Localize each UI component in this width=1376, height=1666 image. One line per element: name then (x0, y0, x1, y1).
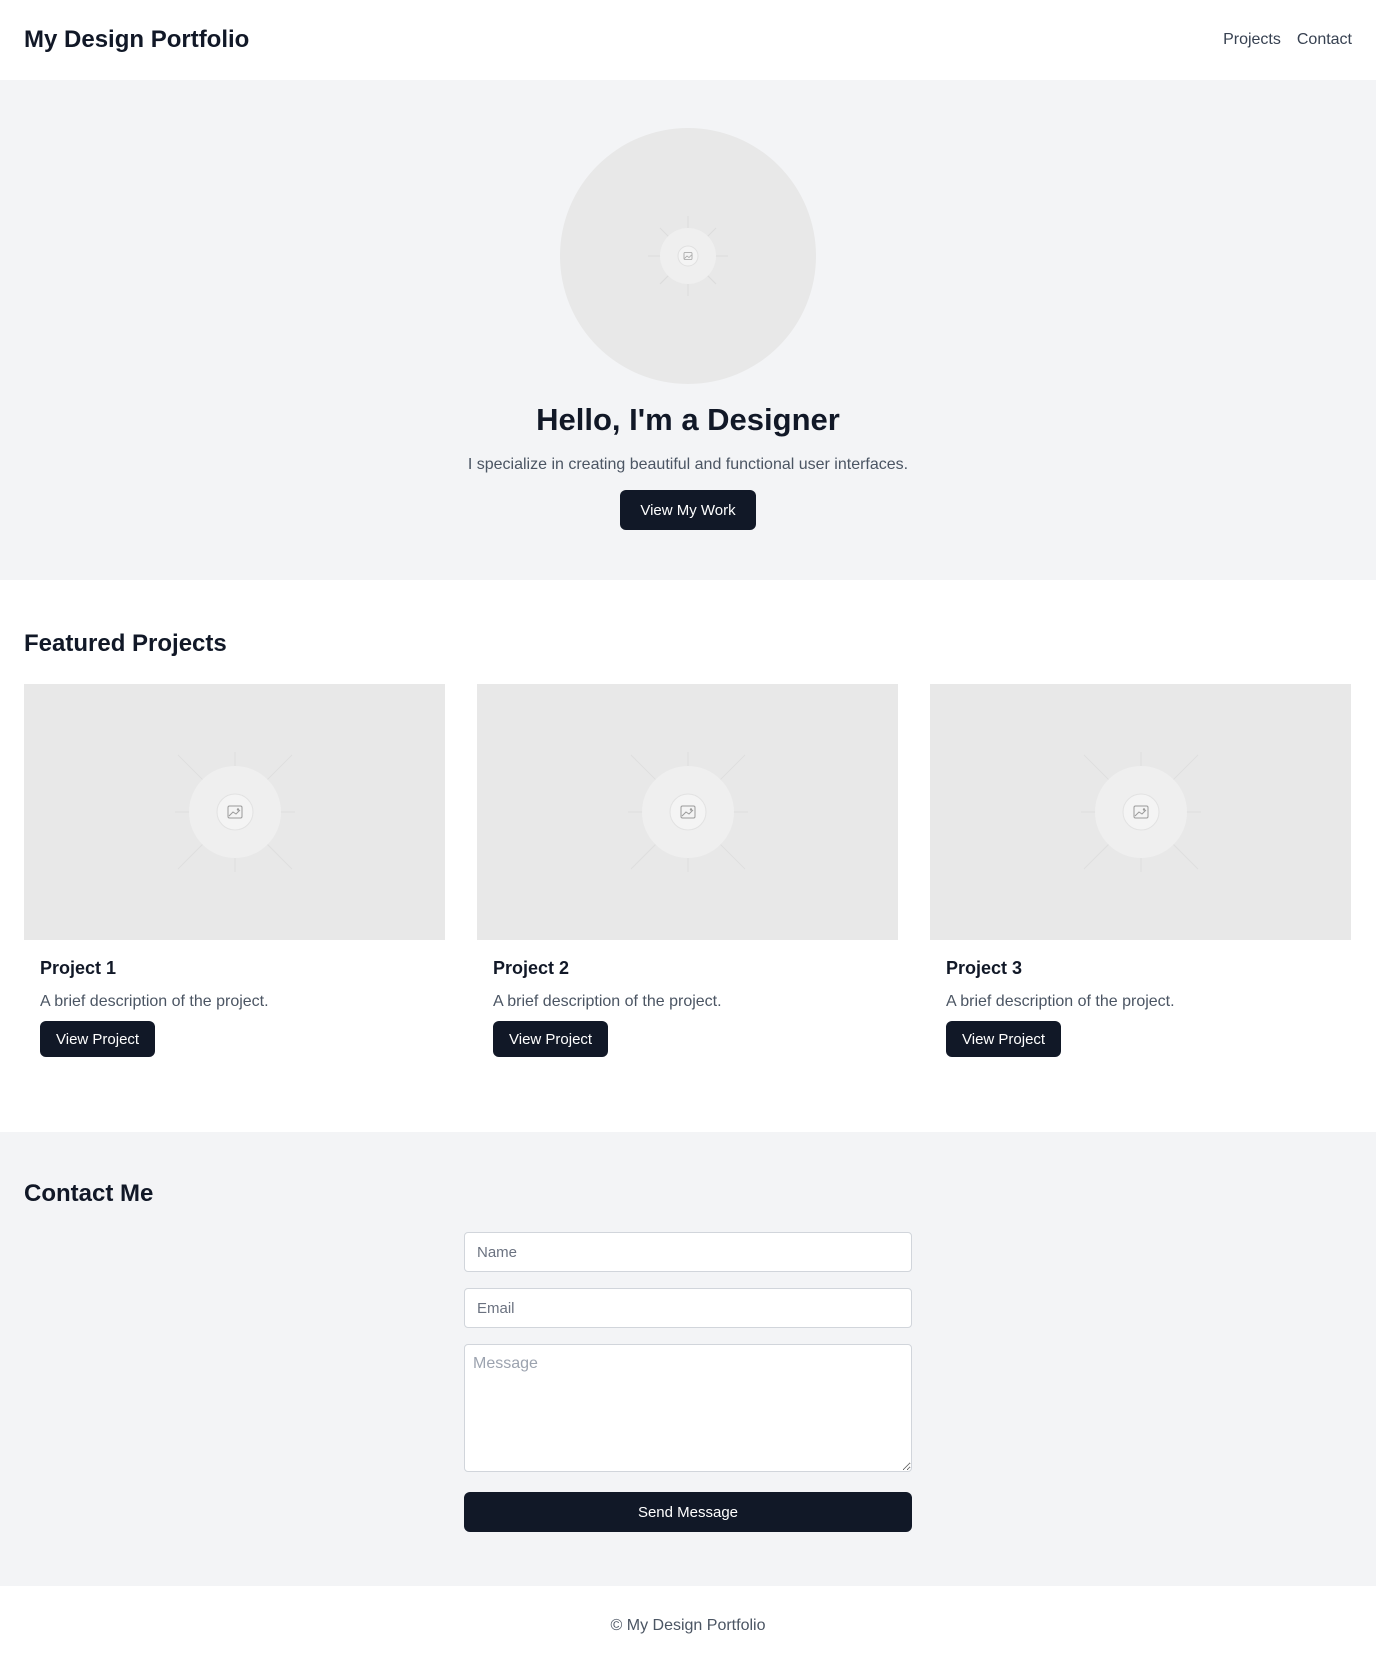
site-header: My Design Portfolio Projects Contact (0, 0, 1376, 80)
image-placeholder-icon (1080, 752, 1201, 872)
view-project-button[interactable]: View Project (946, 1021, 1062, 1057)
project-image-placeholder (24, 684, 445, 940)
nav-link-projects[interactable]: Projects (1223, 31, 1281, 49)
site-brand[interactable]: My Design Portfolio (24, 26, 249, 54)
projects-section-title: Featured Projects (24, 630, 227, 657)
project-image-placeholder (930, 684, 1351, 940)
main-nav: Projects Contact (1223, 31, 1352, 49)
message-field[interactable] (464, 1344, 912, 1472)
image-placeholder-icon (627, 752, 748, 872)
project-title: Project 3 (946, 958, 1023, 978)
footer-copyright: © My Design Portfolio (610, 1617, 766, 1634)
project-title: Project 1 (40, 958, 117, 978)
project-description: A brief description of the project. (40, 993, 269, 1010)
project-image-placeholder (477, 684, 898, 940)
hero-title: Hello, I'm a Designer (536, 402, 840, 437)
project-description: A brief description of the project. (493, 993, 722, 1010)
image-placeholder-icon (648, 216, 728, 296)
project-card: Project 3 A brief description of the pro… (930, 684, 1351, 1057)
project-card-body: Project 1 A brief description of the pro… (24, 940, 445, 1057)
contact-section-title: Contact Me (24, 1180, 154, 1207)
project-title: Project 2 (493, 958, 570, 978)
view-project-button[interactable]: View Project (40, 1021, 156, 1057)
hero-image-placeholder (560, 128, 816, 384)
site-footer: © My Design Portfolio (0, 1586, 1376, 1666)
view-my-work-button[interactable]: View My Work (620, 490, 756, 530)
email-field[interactable] (464, 1288, 912, 1328)
nav-link-contact[interactable]: Contact (1297, 31, 1352, 49)
send-message-button[interactable]: Send Message (464, 1492, 912, 1532)
project-card: Project 2 A brief description of the pro… (477, 684, 898, 1057)
contact-section: Contact Me Send Message (0, 1132, 1376, 1586)
project-card-body: Project 3 A brief description of the pro… (930, 940, 1351, 1057)
hero-subtitle: I specialize in creating beautiful and f… (467, 456, 909, 473)
view-project-button[interactable]: View Project (493, 1021, 609, 1057)
hero-section: Hello, I'm a Designer I specialize in cr… (0, 80, 1376, 580)
project-card-body: Project 2 A brief description of the pro… (477, 940, 898, 1057)
image-placeholder-icon (174, 752, 295, 872)
contact-form: Send Message (464, 1232, 912, 1532)
projects-section: Featured Projects Project 1 A brief desc… (0, 580, 1376, 1132)
project-card: Project 1 A brief description of the pro… (24, 684, 445, 1057)
name-field[interactable] (464, 1232, 912, 1272)
project-description: A brief description of the project. (946, 993, 1175, 1010)
project-cards: Project 1 A brief description of the pro… (24, 684, 1352, 1057)
